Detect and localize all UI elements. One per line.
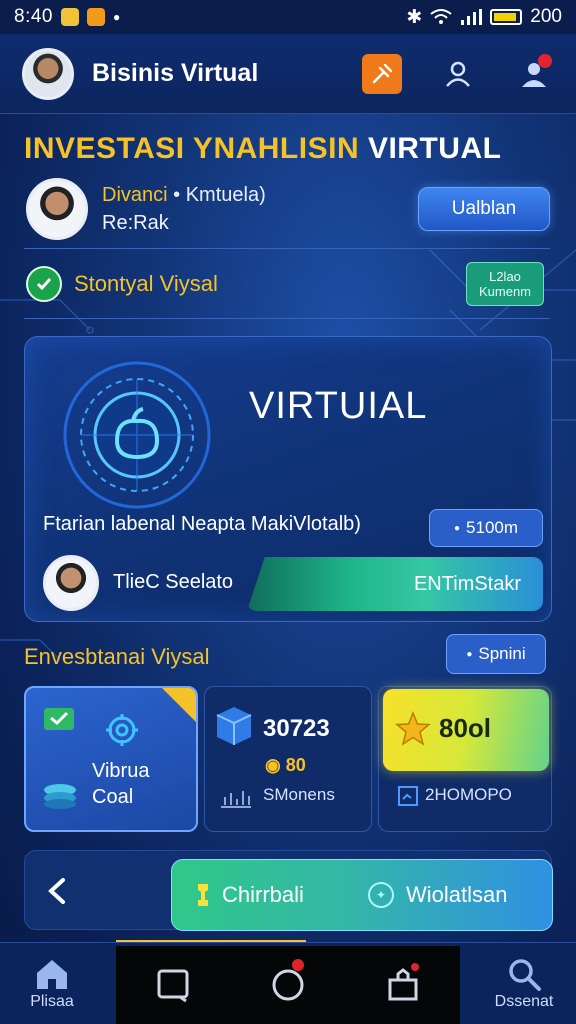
gear-icon (106, 714, 138, 746)
stat3-subtitle: 2HOMOPO (425, 785, 512, 804)
feature-description: Ftarian labenal Neapta MakiVlotalb) (43, 513, 361, 535)
headline-white: VIRTUAL (367, 132, 502, 165)
shield-notification-icon (86, 8, 105, 26)
tools-button[interactable] (362, 53, 402, 94)
home-icon (37, 960, 67, 989)
section-filter-label: Spnini (478, 644, 526, 663)
gold-highlight: 80ol (383, 689, 549, 771)
stat-card-blocks[interactable]: 30723 ◉ 80 SMonens (204, 686, 372, 832)
notification-badge (410, 963, 419, 971)
profile-avatar[interactable] (26, 178, 88, 240)
compass-icon: ✦ (368, 882, 394, 908)
stat-card-gold[interactable]: 80ol 2HOMOPO (378, 686, 552, 832)
nav-home[interactable]: Plisaa (2, 955, 102, 1011)
bluetooth-icon: ✱ (406, 6, 423, 28)
system-home-button[interactable] (268, 959, 308, 1005)
stats-row: Vibrua Coal 30723 ◉ 80 SMonens 80ol 2HOM… (24, 686, 552, 832)
radar-logo-icon (63, 361, 211, 509)
coin-stack-icon (44, 784, 76, 809)
notifications-button[interactable] (514, 53, 554, 94)
user-avatar[interactable] (22, 47, 74, 100)
account-button[interactable] (438, 54, 478, 94)
action-bar: Chirrbali ✦ Wiolatlsan (24, 850, 553, 931)
search-icon (509, 959, 541, 991)
app-title: Bisinis Virtual (92, 59, 259, 87)
wifi-icon (430, 9, 452, 24)
status-bar: 8:40 ● ✱ 200 (0, 0, 576, 34)
chess-icon (198, 884, 208, 906)
amount-pill[interactable]: ● 5100m (429, 509, 543, 547)
stat2-subtitle: SMonens (263, 785, 335, 804)
right-action-button[interactable]: ✦ Wiolatlsan (368, 882, 507, 908)
document-icon (398, 786, 418, 806)
status-tag[interactable]: L2lao Kumenm (466, 262, 544, 306)
profile-name-rest: • Kmtuela) (167, 184, 266, 206)
tools-icon (372, 63, 393, 83)
headline-gold: INVESTASI YNAHLISIN (24, 132, 360, 165)
section-title: Envesbtanai Viysal (24, 644, 210, 669)
cube-icon (216, 707, 252, 745)
system-navigation-bar (116, 946, 460, 1024)
battery-icon (490, 9, 523, 25)
amount-value: 5100m (466, 518, 519, 537)
feature-owner-name: TlieC Seelato (113, 571, 234, 593)
feature-title: VIRTUIAL (249, 385, 428, 427)
battery-text: 200 (530, 6, 562, 27)
profile-row: Divanci • Kmtuela) Re:Rak Ualblan (26, 176, 550, 242)
stat2-coins-value: 80 (285, 755, 306, 775)
chevron-left-icon (48, 878, 65, 904)
page-headline: INVESTASI YNAHLISIN VIRTUAL (24, 132, 501, 166)
nav-search-label: Dssenat (494, 993, 554, 1010)
profile-name: Divanci • Kmtuela) (102, 181, 266, 209)
section-filter-button[interactable]: ● Spnini (446, 634, 546, 674)
feature-avatar (43, 555, 99, 611)
divider (24, 318, 550, 319)
corner-ribbon (162, 688, 196, 722)
system-share-button[interactable] (383, 963, 423, 1005)
profile-name-highlight: Divanci (102, 184, 168, 206)
chart-icon (221, 791, 251, 808)
left-action-label: Chirrbali (222, 882, 304, 907)
recents-icon (157, 969, 189, 1002)
status-row: Stontyal Viysal L2lao Kumenm (26, 260, 544, 308)
stat3-value: 80ol (439, 713, 492, 743)
profile-action-button[interactable]: Ualblan (418, 187, 550, 231)
stat-card-virtual-coal[interactable]: Vibrua Coal (24, 686, 198, 832)
nav-search[interactable]: Dssenat (474, 955, 574, 1011)
signal-icon (461, 9, 483, 25)
right-action-label: Wiolatlsan (406, 882, 508, 907)
stat1-line2: Coal (92, 786, 134, 808)
share-bag-icon (388, 968, 418, 1001)
user-icon (446, 61, 470, 87)
notification-badge (291, 959, 304, 971)
star-icon (395, 711, 431, 746)
divider (24, 248, 550, 249)
app-bar: Bisinis Virtual (0, 34, 576, 114)
clock: 8:40 (14, 6, 53, 27)
primary-action-group: Chirrbali ✦ Wiolatlsan (171, 859, 553, 931)
stat2-value: 30723 (263, 715, 330, 742)
stat1-line1: Vibrua (92, 760, 150, 782)
dot-icon: ● (466, 648, 473, 660)
app-notification-icon (60, 8, 79, 26)
featured-investment-card[interactable]: VIRTUIAL Ftarian labenal Neapta MakiVlot… (24, 336, 552, 622)
status-tag-line1: L2lao (489, 269, 521, 284)
system-recents-button[interactable] (153, 965, 193, 1005)
nav-home-label: Plisaa (30, 993, 74, 1010)
back-button[interactable] (39, 873, 75, 909)
stat2-coins: ◉ 80 (265, 755, 306, 775)
notification-badge (538, 53, 552, 68)
status-text: Stontyal Viysal (74, 271, 218, 296)
enter-stake-button[interactable]: ENTimStakr (247, 557, 543, 611)
check-icon (26, 266, 62, 302)
dot-icon: ● (112, 10, 121, 24)
left-action-button[interactable]: Chirrbali (194, 882, 304, 908)
profile-subtitle: Re:Rak (102, 212, 169, 234)
circle-home-icon (272, 969, 304, 1001)
chat-check-icon (44, 708, 74, 730)
dot-icon: ● (453, 522, 461, 534)
status-tag-line2: Kumenm (478, 284, 532, 299)
